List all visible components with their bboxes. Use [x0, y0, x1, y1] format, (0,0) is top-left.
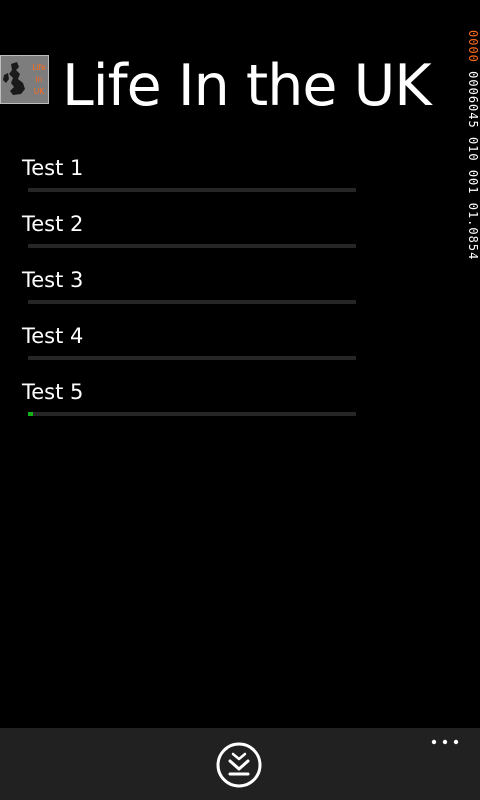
test-list: Test 1 Test 2 Test 3 Test 4 Test 5: [22, 154, 362, 434]
test-progress-fill: [28, 412, 33, 416]
test-label: Test 3: [22, 268, 84, 292]
ellipsis-icon[interactable]: [428, 732, 462, 752]
test-item-5[interactable]: Test 5: [22, 378, 362, 434]
uk-map-app-icon: Life In UK: [0, 55, 49, 104]
test-progress-bar: [28, 244, 356, 248]
test-label: Test 5: [22, 380, 84, 404]
screen: Life In UK Life In the UK 0000 0006045 0…: [0, 0, 480, 800]
svg-text:Life: Life: [32, 63, 46, 72]
svg-text:In: In: [36, 75, 43, 84]
test-progress-bar: [28, 300, 356, 304]
test-label: Test 2: [22, 212, 84, 236]
page-title: Life In the UK: [62, 53, 432, 119]
test-item-2[interactable]: Test 2: [22, 210, 362, 266]
svg-text:UK: UK: [34, 87, 45, 96]
test-progress-bar: [28, 412, 356, 416]
test-label: Test 1: [22, 156, 84, 180]
test-item-1[interactable]: Test 1: [22, 154, 362, 210]
counter-text: 0006045 010 001 01.0854: [466, 71, 480, 261]
frame-rate-counters: 0000 0006045 010 001 01.0854: [466, 30, 480, 400]
download-chevron-icon[interactable]: [215, 741, 263, 789]
test-progress-bar: [28, 188, 356, 192]
test-progress-bar: [28, 356, 356, 360]
test-label: Test 4: [22, 324, 84, 348]
test-item-3[interactable]: Test 3: [22, 266, 362, 322]
app-bar: [0, 728, 480, 800]
counter-hot-text: 0000: [466, 30, 480, 63]
test-item-4[interactable]: Test 4: [22, 322, 362, 378]
